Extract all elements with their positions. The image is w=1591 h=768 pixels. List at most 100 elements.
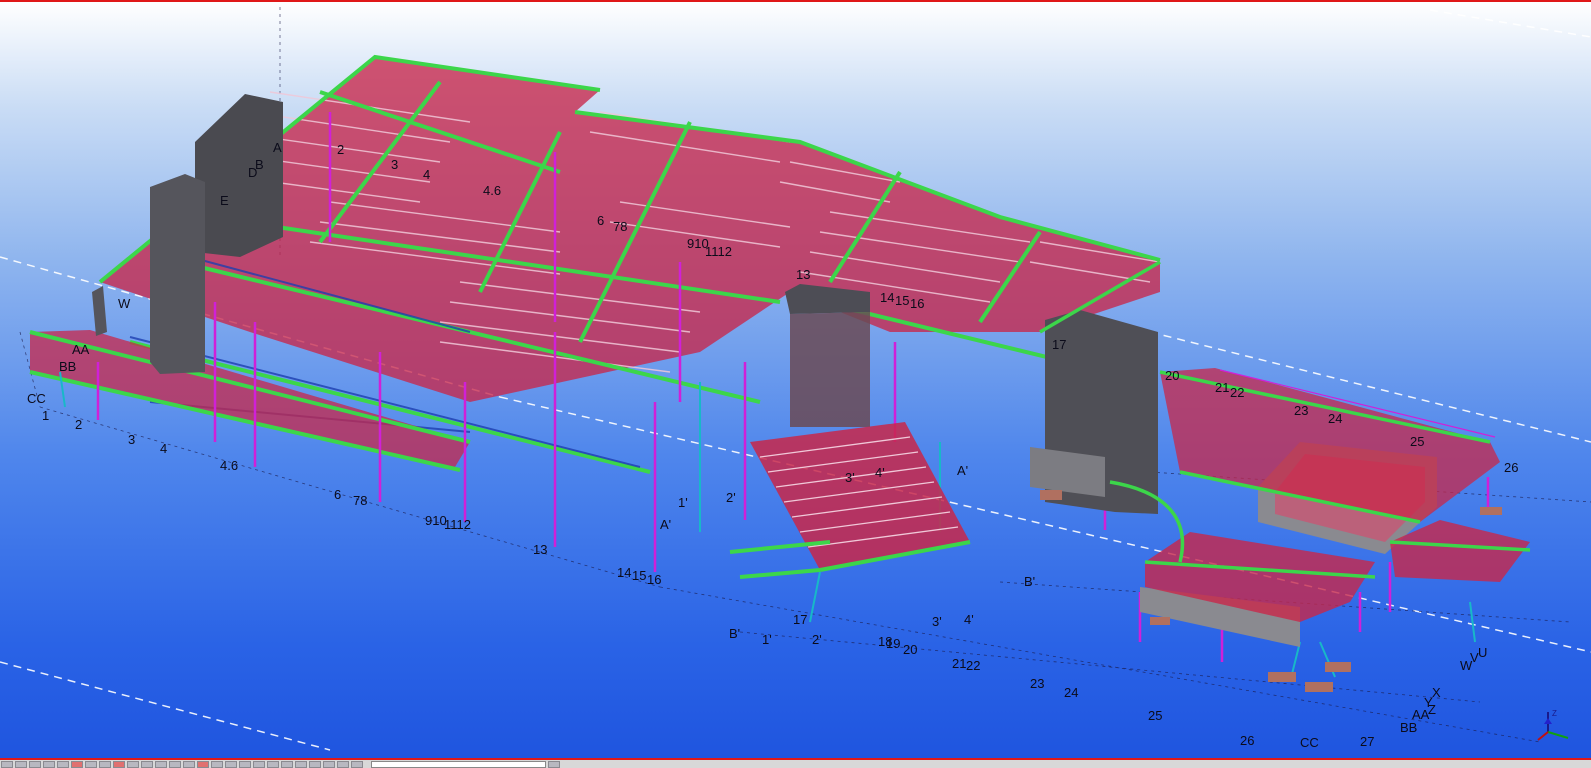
grid-label-b-prime: B' xyxy=(1024,574,1035,589)
grid-label-2-prime-upper: 2' xyxy=(726,490,736,505)
grid-label-b: B xyxy=(255,157,264,172)
grid-label-20: 20 xyxy=(903,642,917,657)
steel-structure-model[interactable]: CC BB AA W E D B A 1 2 3 4 4.6 6 78 910 … xyxy=(0,2,1591,758)
snap-toggle-button[interactable] xyxy=(309,760,321,768)
ramp-deck xyxy=(729,422,971,579)
grid-label-a-prime: A' xyxy=(957,463,968,478)
grid-label-e: E xyxy=(220,193,229,208)
snap-toggle-button[interactable] xyxy=(351,760,363,768)
grid-label-2-prime: 2' xyxy=(812,632,822,647)
grid-label-x-right: X xyxy=(1432,685,1441,700)
grid-label-1-prime-upper: 1' xyxy=(678,495,688,510)
grid-label-24: 24 xyxy=(1064,685,1078,700)
grid-label-3: 3 xyxy=(128,432,135,447)
grid-label-aa: AA xyxy=(72,342,90,357)
snap-toggle-button[interactable] xyxy=(197,760,209,768)
grid-label-4-top: 4 xyxy=(423,167,430,182)
grid-label-cc-right: CC xyxy=(1300,735,1319,750)
3d-model-viewport[interactable]: CC BB AA W E D B A 1 2 3 4 4.6 6 78 910 … xyxy=(0,0,1591,758)
grid-label-2: 2 xyxy=(75,417,82,432)
grid-label-15: 15 xyxy=(632,568,646,583)
grid-label-26-right: 26 xyxy=(1504,460,1518,475)
grid-label-u-right: U xyxy=(1478,645,1487,660)
grid-label-21-deck: 21 xyxy=(1215,380,1229,395)
grid-label-16: 16 xyxy=(647,572,661,587)
snap-toggle-button[interactable] xyxy=(239,760,251,768)
grid-label-26: 26 xyxy=(1240,733,1254,748)
snap-toggle-button[interactable] xyxy=(211,760,223,768)
snap-toggle-button[interactable] xyxy=(169,760,181,768)
snap-toggle-button[interactable] xyxy=(155,760,167,768)
grid-label-1112-top: 1112 xyxy=(705,244,732,259)
grid-label-14: 14 xyxy=(617,565,631,580)
grid-label-4-6: 4.6 xyxy=(220,458,238,473)
status-toolbar xyxy=(0,758,1591,768)
grid-label-z-right: Z xyxy=(1428,702,1436,717)
svg-text:Z: Z xyxy=(1552,709,1557,718)
grid-label-78: 78 xyxy=(353,493,367,508)
status-input-field[interactable] xyxy=(371,760,546,768)
snap-toggle-button[interactable] xyxy=(253,760,265,768)
grid-label-4: 4 xyxy=(160,441,167,456)
grid-label-15-top: 15 xyxy=(895,293,909,308)
grid-label-24-deck: 24 xyxy=(1328,411,1342,426)
snap-toggle-button[interactable] xyxy=(267,760,279,768)
grid-label-a-prime-left: A' xyxy=(660,517,671,532)
grid-label-22: 22 xyxy=(966,658,980,673)
grid-label-25: 25 xyxy=(1148,708,1162,723)
grid-label-1112: 1112 xyxy=(444,517,471,532)
snap-toggle-button[interactable] xyxy=(15,760,27,768)
grid-label-6-top: 6 xyxy=(597,213,604,228)
snap-toggle-button[interactable] xyxy=(57,760,69,768)
grid-label-3-prime-deck: 3' xyxy=(845,470,855,485)
grid-label-21: 21 xyxy=(952,656,966,671)
grid-label-23: 23 xyxy=(1030,676,1044,691)
snap-toggle-button[interactable] xyxy=(337,760,349,768)
grid-label-23-deck: 23 xyxy=(1294,403,1308,418)
grid-label-b-prime-2: B' xyxy=(729,626,740,641)
snap-toggle-button[interactable] xyxy=(323,760,335,768)
grid-label-1-prime: 1' xyxy=(762,632,772,647)
grid-label-17: 17 xyxy=(793,612,807,627)
grid-label-16-top: 16 xyxy=(910,296,924,311)
status-dropdown-button[interactable] xyxy=(548,760,560,768)
grid-label-20-deck: 20 xyxy=(1165,368,1179,383)
grid-label-1: 1 xyxy=(42,408,49,423)
grid-label-cc: CC xyxy=(27,391,46,406)
snap-toggle-button[interactable] xyxy=(71,760,83,768)
snap-toggle-button[interactable] xyxy=(29,760,41,768)
snap-toggle-button[interactable] xyxy=(99,760,111,768)
grid-label-22-deck: 22 xyxy=(1230,385,1244,400)
snap-toggle-button[interactable] xyxy=(43,760,55,768)
snap-toggle-button[interactable] xyxy=(113,760,125,768)
snap-toggle-button[interactable] xyxy=(183,760,195,768)
snap-toggle-button[interactable] xyxy=(85,760,97,768)
grid-label-14-top: 14 xyxy=(880,290,894,305)
grid-label-4-prime: 4' xyxy=(964,612,974,627)
grid-label-13-core: 13 xyxy=(796,267,810,282)
snap-toggle-button[interactable] xyxy=(225,760,237,768)
axis-orientation-icon: Z xyxy=(1536,706,1576,746)
grid-label-bb: BB xyxy=(59,359,76,374)
grid-label-27: 27 xyxy=(1360,734,1374,749)
grid-label-25-deck: 25 xyxy=(1410,434,1424,449)
snap-toggle-button[interactable] xyxy=(141,760,153,768)
grid-label-v-right: V xyxy=(1470,650,1479,665)
grid-label-13: 13 xyxy=(533,542,547,557)
grid-label-19: 19 xyxy=(886,636,900,651)
snap-toggle-button[interactable] xyxy=(127,760,139,768)
snap-toggle-button[interactable] xyxy=(281,760,293,768)
grid-label-w: W xyxy=(118,296,131,311)
grid-label-3-prime: 3' xyxy=(932,614,942,629)
grid-label-2-top: 2 xyxy=(337,142,344,157)
grid-label-a: A xyxy=(273,140,282,155)
grid-label-bb-right: BB xyxy=(1400,720,1417,735)
grid-label-17-core: 17 xyxy=(1052,337,1066,352)
grid-label-4-6-top: 4.6 xyxy=(483,183,501,198)
snap-toggle-button[interactable] xyxy=(295,760,307,768)
snap-toggle-button[interactable] xyxy=(1,760,13,768)
grid-label-3-top: 3 xyxy=(391,157,398,172)
grid-label-78-top: 78 xyxy=(613,219,627,234)
grid-label-6: 6 xyxy=(334,487,341,502)
grid-label-4-prime-deck: 4' xyxy=(875,465,885,480)
